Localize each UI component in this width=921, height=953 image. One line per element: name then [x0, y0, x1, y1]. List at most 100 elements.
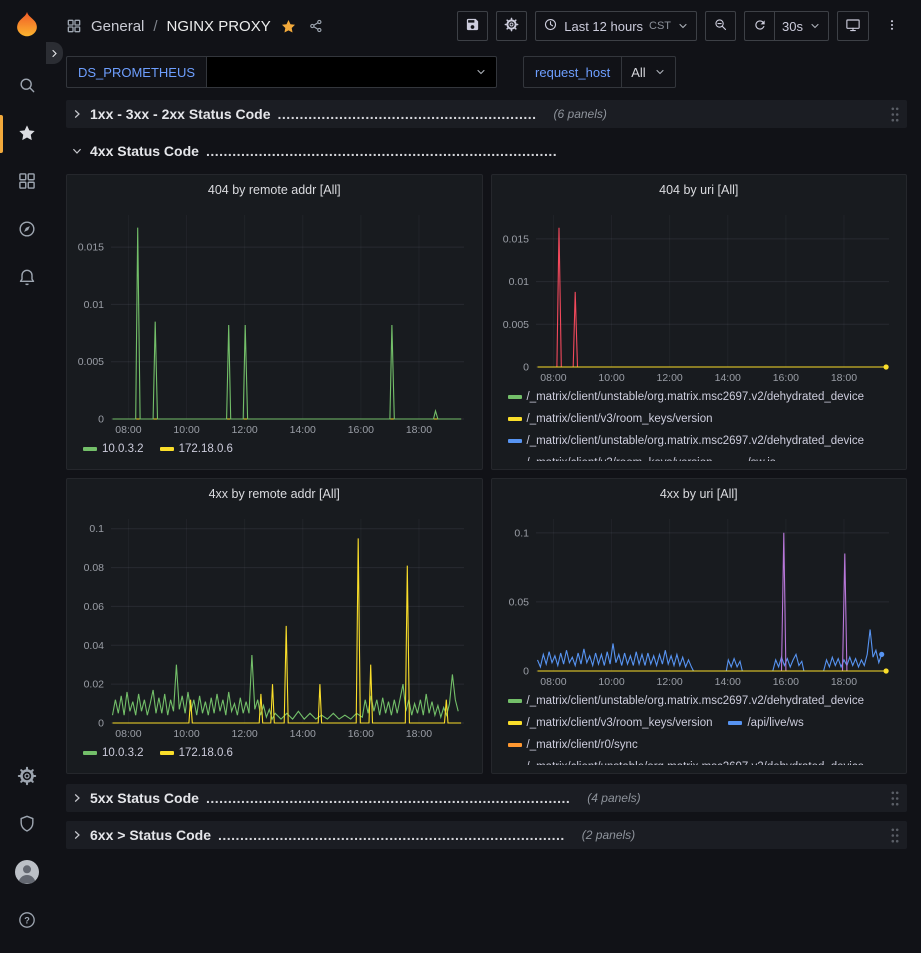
panel-title[interactable]: 404 by uri [All] — [500, 175, 899, 205]
chart-4xx-by-uri[interactable]: 00.050.108:0010:0012:0014:0016:0018:00 — [500, 509, 898, 689]
row-panel-count: (2 panels) — [582, 828, 635, 842]
legend-item[interactable]: /_matrix/client/v3/room_keys/version — [508, 713, 713, 733]
chart-404-by-uri[interactable]: 00.0050.010.01508:0010:0012:0014:0016:00… — [500, 205, 898, 385]
panel-404-by-remote-addr: 404 by remote addr [All] 00.0050.010.015… — [66, 174, 483, 470]
legend-item[interactable]: 172.18.0.6 — [160, 439, 233, 459]
timeseries-chart[interactable]: 00.020.040.060.080.108:0010:0012:0014:00… — [75, 509, 474, 741]
chevron-right-icon — [71, 108, 83, 120]
svg-text:0.005: 0.005 — [502, 319, 528, 331]
breadcrumb-folder[interactable]: General — [91, 18, 144, 35]
panel-title[interactable]: 404 by remote addr [All] — [75, 175, 474, 205]
legend-item[interactable]: /_matrix/client/r0/sync — [508, 735, 638, 755]
grafana-app: ? General / NGINX PROXY — [0, 0, 921, 953]
save-dashboard-button[interactable] — [457, 11, 488, 41]
refresh-interval-select[interactable]: 30s — [774, 11, 829, 41]
svg-text:16:00: 16:00 — [772, 676, 798, 688]
chart-404-by-remote-addr[interactable]: 00.0050.010.01508:0010:0012:0014:0016:00… — [75, 205, 473, 437]
variable-ds-prometheus: DS_PROMETHEUS — [66, 56, 497, 88]
refresh-button[interactable] — [744, 11, 774, 41]
sidebar-item-starred[interactable] — [0, 110, 54, 158]
legend-item[interactable]: 10.0.3.2 — [83, 439, 144, 459]
svg-text:12:00: 12:00 — [232, 424, 258, 436]
legend-item[interactable]: /sw.js — [728, 453, 775, 461]
chart-legend: 10.0.3.2 172.18.0.6 — [75, 437, 474, 461]
panel-4xx-by-remote-addr: 4xx by remote addr [All] 00.020.040.060.… — [66, 478, 483, 774]
row-title: 4xx Status Code — [90, 143, 199, 159]
row-title: 5xx Status Code — [90, 790, 199, 806]
dashboard-header: General / NGINX PROXY Last 12 hours CST — [54, 0, 921, 52]
row-panel-count: (6 panels) — [554, 107, 607, 121]
legend-item[interactable]: /_matrix/client/v3/room_keys/version — [508, 409, 713, 429]
legend-item[interactable]: 10.0.3.2 — [83, 743, 144, 763]
legend-item[interactable]: 172.18.0.6 — [160, 743, 233, 763]
sidebar: ? — [0, 0, 54, 953]
timeseries-chart[interactable]: 00.0050.010.01508:0010:0012:0014:0016:00… — [500, 205, 899, 385]
refresh-icon — [753, 18, 767, 35]
search-icon — [17, 75, 37, 98]
chevron-right-icon — [71, 792, 83, 804]
legend-item[interactable]: /_matrix/client/v3/room_keys/version — [508, 453, 713, 461]
timeseries-chart[interactable]: 00.050.108:0010:0012:0014:0016:0018:00 — [500, 509, 899, 689]
row-title-dots: ........................................… — [206, 790, 570, 806]
row-6xx[interactable]: 6xx > Status Code ......................… — [66, 821, 907, 849]
tv-mode-button[interactable] — [837, 11, 869, 41]
legend-item[interactable]: /api/live/ws — [728, 713, 803, 733]
dashboard-settings-button[interactable] — [496, 11, 527, 41]
row-1xx-3xx-2xx[interactable]: 1xx - 3xx - 2xx Status Code ............… — [66, 100, 907, 128]
dashboard-title: NGINX PROXY — [167, 18, 271, 35]
svg-text:0.1: 0.1 — [89, 523, 104, 535]
request-host-value-select[interactable]: All — [622, 56, 675, 88]
main: General / NGINX PROXY Last 12 hours CST — [54, 0, 921, 953]
row-4xx[interactable]: 4xx Status Code ........................… — [66, 137, 907, 165]
svg-text:14:00: 14:00 — [290, 424, 316, 436]
row-title: 6xx > Status Code — [90, 827, 211, 843]
svg-text:0.01: 0.01 — [508, 276, 529, 288]
timeseries-chart[interactable]: 00.0050.010.01508:0010:0012:0014:0016:00… — [75, 205, 474, 437]
grafana-logo[interactable] — [12, 10, 42, 40]
sidebar-item-explore[interactable] — [0, 206, 54, 254]
legend-item[interactable]: /_matrix/client/unstable/org.matrix.msc2… — [508, 691, 865, 711]
bell-icon — [17, 267, 37, 290]
svg-text:18:00: 18:00 — [830, 676, 856, 688]
svg-text:10:00: 10:00 — [598, 372, 624, 384]
svg-text:0: 0 — [98, 718, 104, 730]
svg-text:14:00: 14:00 — [714, 676, 740, 688]
svg-text:16:00: 16:00 — [348, 424, 374, 436]
breadcrumb: General / NGINX PROXY — [66, 18, 324, 35]
ds-prometheus-value-select[interactable] — [207, 56, 497, 88]
svg-text:0.005: 0.005 — [78, 356, 104, 368]
svg-text:0.015: 0.015 — [502, 233, 528, 245]
sidebar-item-alerting[interactable] — [0, 254, 54, 302]
sidebar-item-dashboards[interactable] — [0, 158, 54, 206]
share-icon[interactable] — [308, 18, 324, 34]
svg-text:10:00: 10:00 — [598, 676, 624, 688]
magnifier-minus-icon — [713, 17, 728, 35]
svg-text:08:00: 08:00 — [540, 372, 566, 384]
sidebar-item-search[interactable] — [0, 62, 54, 110]
svg-text:0.04: 0.04 — [84, 640, 105, 652]
sidebar-item-help[interactable]: ? — [0, 897, 54, 945]
row-5xx[interactable]: 5xx Status Code ........................… — [66, 784, 907, 812]
row-drag-handle[interactable] — [890, 790, 902, 807]
chart-4xx-by-remote-addr[interactable]: 00.020.040.060.080.108:0010:0012:0014:00… — [75, 509, 473, 741]
svg-text:10:00: 10:00 — [173, 424, 199, 436]
row-drag-handle[interactable] — [890, 106, 902, 123]
zoom-out-time-button[interactable] — [705, 11, 736, 41]
svg-text:18:00: 18:00 — [406, 728, 432, 740]
favorite-star-icon[interactable] — [280, 18, 297, 35]
row-drag-handle[interactable] — [890, 827, 902, 844]
legend-item[interactable]: /_matrix/client/unstable/org.matrix.msc2… — [508, 757, 865, 765]
more-options-button[interactable] — [877, 11, 907, 41]
svg-text:0.015: 0.015 — [78, 242, 104, 254]
sidebar-bottom: ? — [0, 753, 54, 945]
sidebar-item-profile[interactable] — [0, 849, 54, 897]
sidebar-item-server-admin[interactable] — [0, 801, 54, 849]
time-range-picker[interactable]: Last 12 hours CST — [535, 11, 697, 41]
sidebar-item-configuration[interactable] — [0, 753, 54, 801]
panel-title[interactable]: 4xx by uri [All] — [500, 479, 899, 509]
legend-item[interactable]: /_matrix/client/unstable/org.matrix.msc2… — [508, 387, 865, 407]
time-zone-label: CST — [649, 20, 671, 32]
legend-item[interactable]: /_matrix/client/unstable/org.matrix.msc2… — [508, 431, 865, 451]
panel-title[interactable]: 4xx by remote addr [All] — [75, 479, 474, 509]
svg-text:0.1: 0.1 — [514, 527, 529, 539]
